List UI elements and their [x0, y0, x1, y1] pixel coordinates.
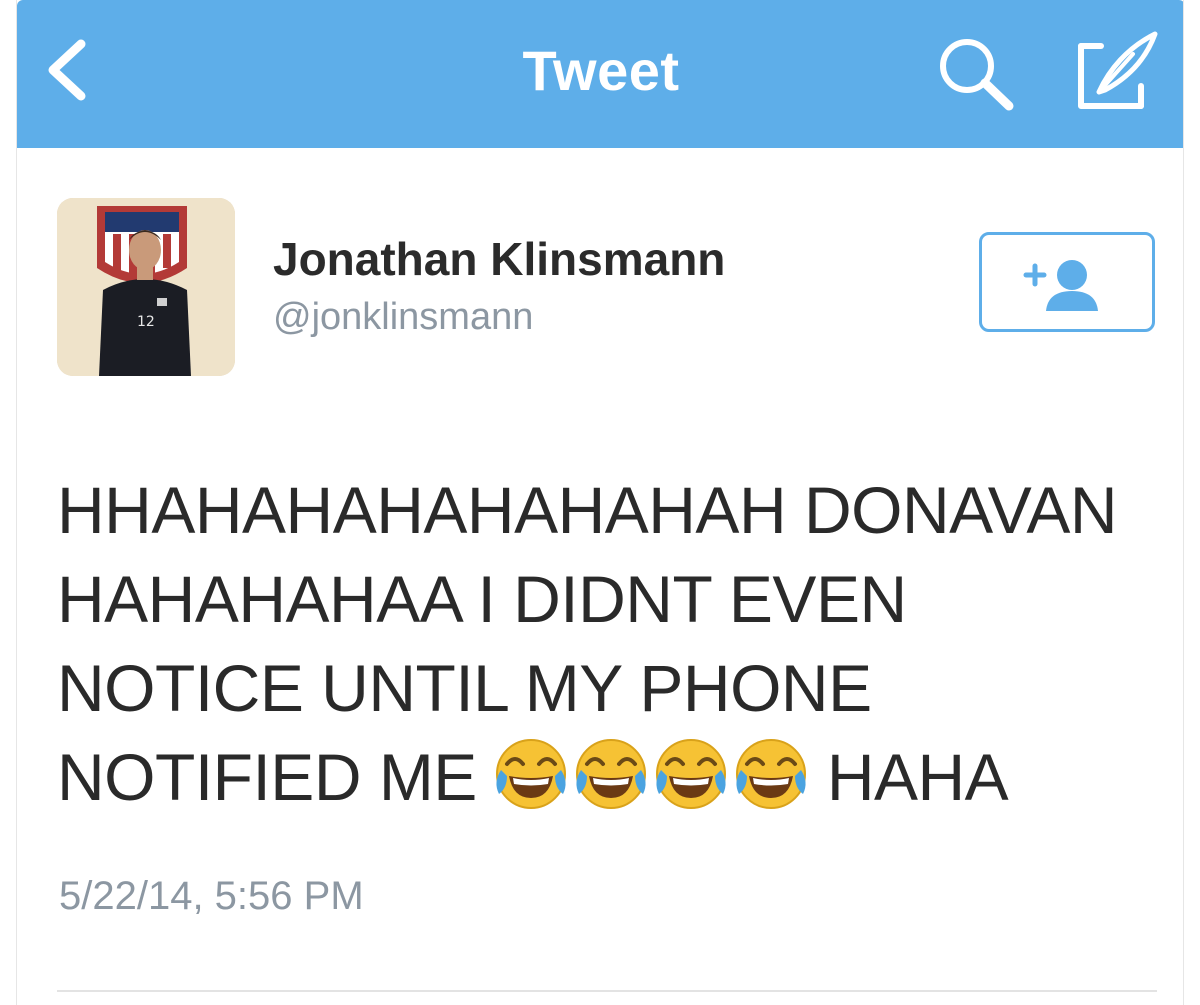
tweet-text-line: NOTIFIED ME — [57, 740, 477, 814]
face-with-tears-of-joy-icon — [655, 739, 726, 809]
profile-photo: 12 — [57, 198, 235, 376]
tweet-text-tail: HAHA — [826, 740, 1009, 814]
compose-icon — [1078, 31, 1158, 109]
follow-button[interactable] — [979, 232, 1155, 332]
add-user-icon — [1023, 260, 1098, 311]
avatar-jersey-number: 12 — [137, 314, 155, 330]
tweet-text: HHAHAHAHAHAHAHAH DONAVAN HAHAHAHAA I DID… — [57, 466, 1167, 834]
navigation-bar: Tweet — [17, 0, 1183, 148]
emoji-group — [493, 736, 813, 834]
tweet-text-line: NOTICE UNTIL MY PHONE — [57, 651, 872, 725]
author-name[interactable]: Jonathan Klinsmann — [273, 232, 725, 286]
app-frame: Tweet 12 Jonathan Klinsmann @jonklinsman… — [16, 0, 1184, 1005]
search-icon — [940, 39, 1014, 111]
search-button[interactable] — [935, 36, 1017, 112]
avatar[interactable]: 12 — [57, 198, 235, 376]
tweet-timestamp: 5/22/14, 5:56 PM — [59, 874, 364, 918]
divider — [57, 990, 1157, 992]
tweet-text-line-last: NOTIFIED ME HAHA — [57, 733, 1167, 834]
tweet-text-line: HAHAHAHAA I DIDNT EVEN — [57, 562, 907, 636]
author-handle[interactable]: @jonklinsmann — [273, 296, 533, 339]
compose-button[interactable] — [1075, 30, 1161, 112]
tweet-text-line: HHAHAHAHAHAHAHAH DONAVAN — [57, 473, 1118, 547]
face-with-tears-of-joy-icon — [735, 739, 806, 809]
face-with-tears-of-joy-icon — [495, 739, 566, 809]
face-with-tears-of-joy-icon — [575, 739, 646, 809]
